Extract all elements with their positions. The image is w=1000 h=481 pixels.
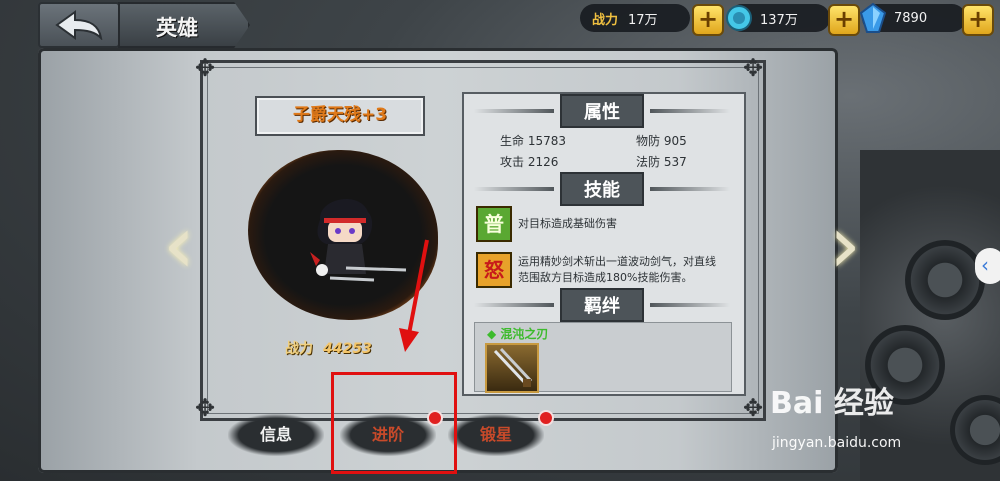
- twin-swords-icon: [493, 347, 533, 387]
- resource-value: 7890: [894, 10, 928, 26]
- resource-value: 137万: [760, 12, 798, 28]
- next-hero-arrow-icon[interactable]: ›: [828, 200, 862, 290]
- watermark-url: jingyan.baidu.com: [772, 435, 902, 451]
- side-expand-button[interactable]: ‹: [975, 248, 1000, 284]
- pointer-arrow: [399, 239, 429, 352]
- title-panel: 英雄: [118, 2, 250, 48]
- coin-resource: 137万: [726, 4, 830, 32]
- normal-skill-icon[interactable]: 普: [476, 206, 512, 242]
- stat-hp: 生命 15783: [500, 134, 567, 148]
- baidu-logo: Bai 经验: [770, 386, 894, 421]
- add-coin-button[interactable]: +: [828, 4, 860, 36]
- gear-decoration: [905, 240, 985, 320]
- fetter-item[interactable]: [485, 343, 539, 393]
- normal-skill-desc: 对目标造成基础伤害: [518, 217, 617, 230]
- fetter-name: ◆ 混沌之刃: [487, 327, 549, 341]
- corner-ornament-icon: ✥: [194, 54, 216, 82]
- hero-info-panel: 属性 生命 15783 物防 905 攻击 2126 法防 537 技能 普 对…: [462, 92, 746, 396]
- stat-magic-defense: 法防 537: [636, 155, 687, 169]
- attributes-heading: 属性: [464, 94, 740, 128]
- gem-icon: [860, 3, 886, 33]
- page-title: 英雄: [156, 16, 198, 40]
- hero-power: 战力 44253: [285, 338, 372, 358]
- star-forge-notification-dot: [538, 410, 554, 426]
- stat-attack: 攻击 2126: [500, 155, 559, 169]
- corner-ornament-icon: ✥: [194, 394, 216, 422]
- title-bar: 英雄: [38, 2, 250, 48]
- rage-skill-icon[interactable]: 怒: [476, 252, 512, 288]
- fetters-heading: 羁绊: [464, 288, 740, 322]
- hero-power-label: 战力: [285, 341, 313, 357]
- gem-resource: 7890: [860, 3, 966, 33]
- previous-hero-arrow-icon[interactable]: ‹: [162, 200, 196, 290]
- tab-star-forge[interactable]: 锻星: [448, 414, 544, 456]
- fetter-card: ◆ 混沌之刃: [474, 322, 732, 393]
- back-arrow-icon: [55, 10, 103, 40]
- highlight-box: [331, 372, 457, 474]
- corner-ornament-icon: ✥: [742, 54, 764, 82]
- hero-avatar: [310, 198, 407, 282]
- coin-icon: [726, 5, 752, 31]
- resource-value: 17万: [628, 12, 658, 28]
- corner-ornament-icon: ✥: [742, 394, 764, 422]
- hero-power-value: 44253: [323, 341, 372, 357]
- rage-skill-desc: 运用精妙剑术斩出一道波动剑气，对直线 范围敌方目标造成180%技能伤害。: [518, 255, 716, 284]
- resource-label: 战力: [592, 12, 619, 28]
- stat-physical-defense: 物防 905: [636, 134, 687, 148]
- tab-info[interactable]: 信息: [228, 414, 324, 456]
- power-resource: 战力 17万: [580, 4, 690, 32]
- add-gem-button[interactable]: +: [962, 4, 994, 36]
- skills-heading: 技能: [464, 172, 740, 206]
- hero-name: 子爵天残+3: [255, 96, 425, 136]
- back-button[interactable]: [38, 2, 120, 48]
- baidu-watermark: Bai 经验 jingyan.baidu.com: [770, 378, 990, 458]
- add-power-button[interactable]: +: [692, 4, 724, 36]
